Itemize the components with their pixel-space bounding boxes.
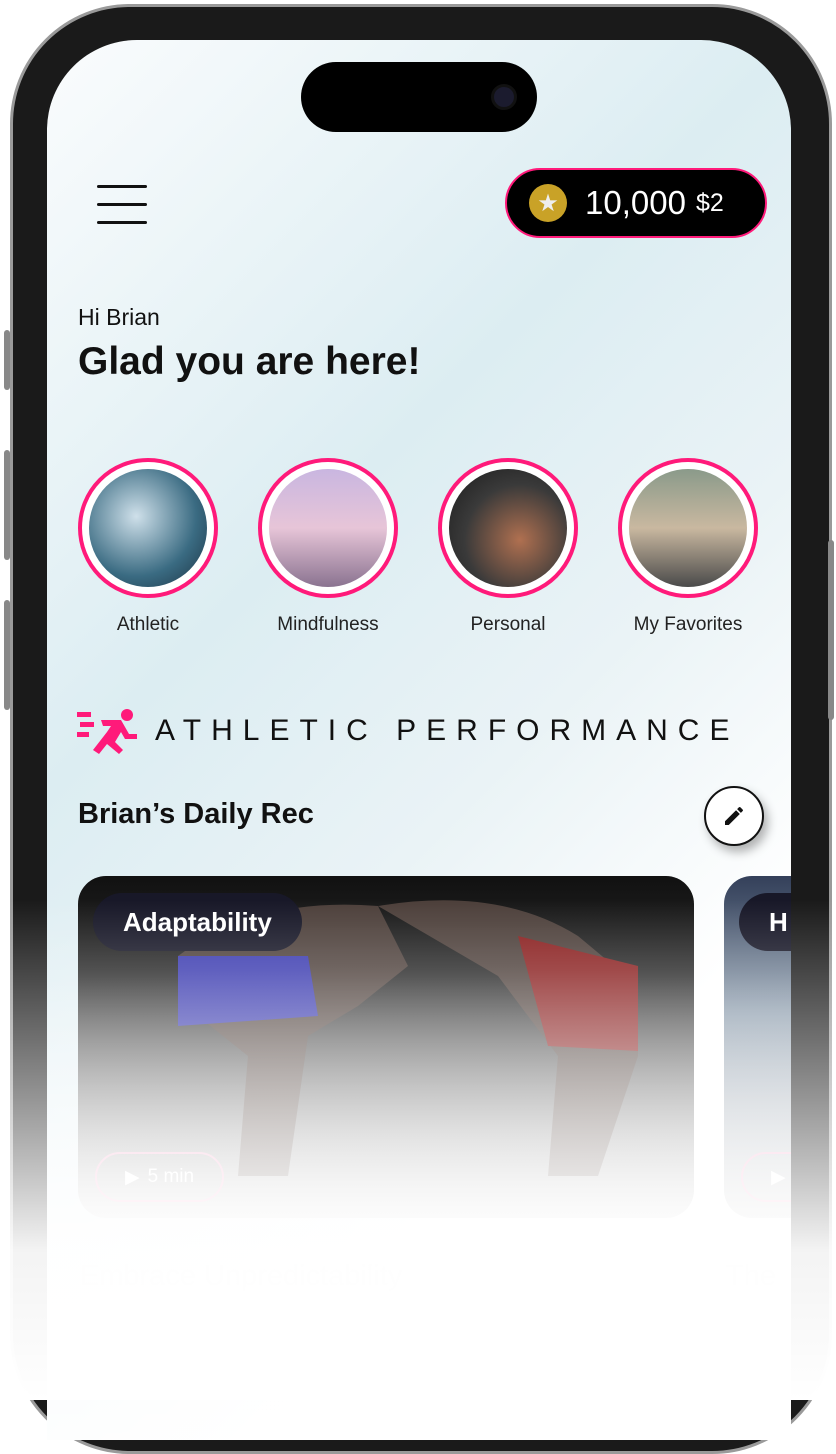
play-icon: ▶: [125, 1166, 140, 1188]
pencil-icon: [725, 806, 743, 825]
card-title[interactable]: Embrace Unpredictability: [80, 1260, 402, 1293]
daily-rec-heading: Brian’s Daily Rec: [78, 798, 314, 830]
category-label: My Favorites: [633, 614, 743, 635]
category-athletic[interactable]: Athletic: [78, 458, 218, 636]
rec-card[interactable]: Adaptability ▶ 5 min: [78, 876, 694, 1218]
dynamic-island: [301, 62, 537, 132]
section-title: ATHLETIC PERFORMANCE: [155, 714, 740, 747]
coin-balance-button[interactable]: ★ 10,000 $2: [505, 168, 767, 238]
play-duration-button[interactable]: ▶: [741, 1152, 791, 1202]
category-label: Athletic: [116, 614, 180, 635]
side-button: [4, 450, 10, 560]
mindfulness-image: [269, 469, 387, 587]
section-header: ATHLETIC PERFORMANCE: [77, 708, 739, 754]
star-coin-icon: ★: [529, 184, 567, 222]
category-label: Mindfulness: [277, 614, 379, 635]
rec-card[interactable]: H ▶: [724, 876, 791, 1218]
personal-image: [449, 469, 567, 587]
card-tag: Adaptability: [93, 893, 302, 951]
running-person-icon: [77, 709, 137, 754]
app-screen: ★ 10,000 $2 Hi Brian Glad you are here! …: [47, 40, 791, 1440]
page-title: Glad you are here!: [78, 340, 421, 383]
side-button: [4, 330, 10, 390]
category-my-favorites[interactable]: My Favorites: [618, 458, 758, 636]
edit-button[interactable]: [704, 786, 764, 846]
category-personal[interactable]: Personal: [438, 458, 578, 636]
side-button: [4, 600, 10, 710]
play-duration-button[interactable]: ▶ 5 min: [95, 1152, 225, 1202]
play-icon: ▶: [771, 1166, 786, 1188]
category-mindfulness[interactable]: Mindfulness: [258, 458, 398, 636]
card-title[interactable]: The: [726, 1260, 776, 1293]
greeting: Hi Brian: [78, 304, 160, 330]
power-button: [828, 540, 834, 720]
cash-amount: $2: [695, 188, 724, 217]
category-label: Personal: [470, 614, 546, 635]
card-tag: H: [739, 893, 791, 951]
hamburger-icon[interactable]: [97, 185, 147, 225]
athletic-image: [89, 469, 207, 587]
coin-amount: 10,000: [585, 184, 686, 221]
camera-icon: [491, 84, 517, 110]
favorites-image: [629, 469, 747, 587]
duration-label: 5 min: [147, 1166, 195, 1187]
